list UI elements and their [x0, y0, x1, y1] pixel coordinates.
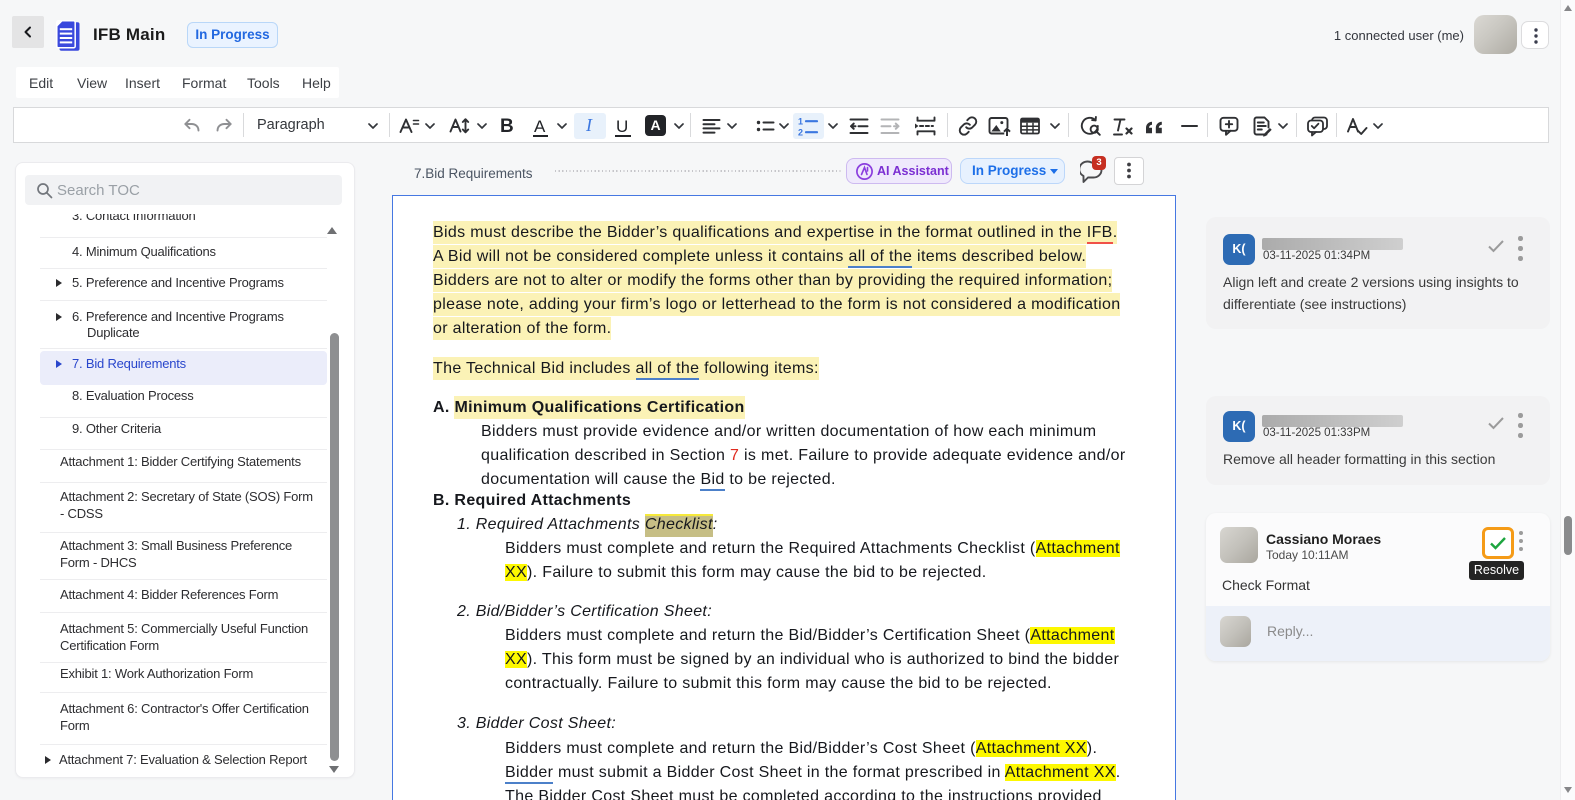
svg-text:1: 1 [798, 117, 803, 127]
svg-text:2: 2 [798, 128, 803, 138]
